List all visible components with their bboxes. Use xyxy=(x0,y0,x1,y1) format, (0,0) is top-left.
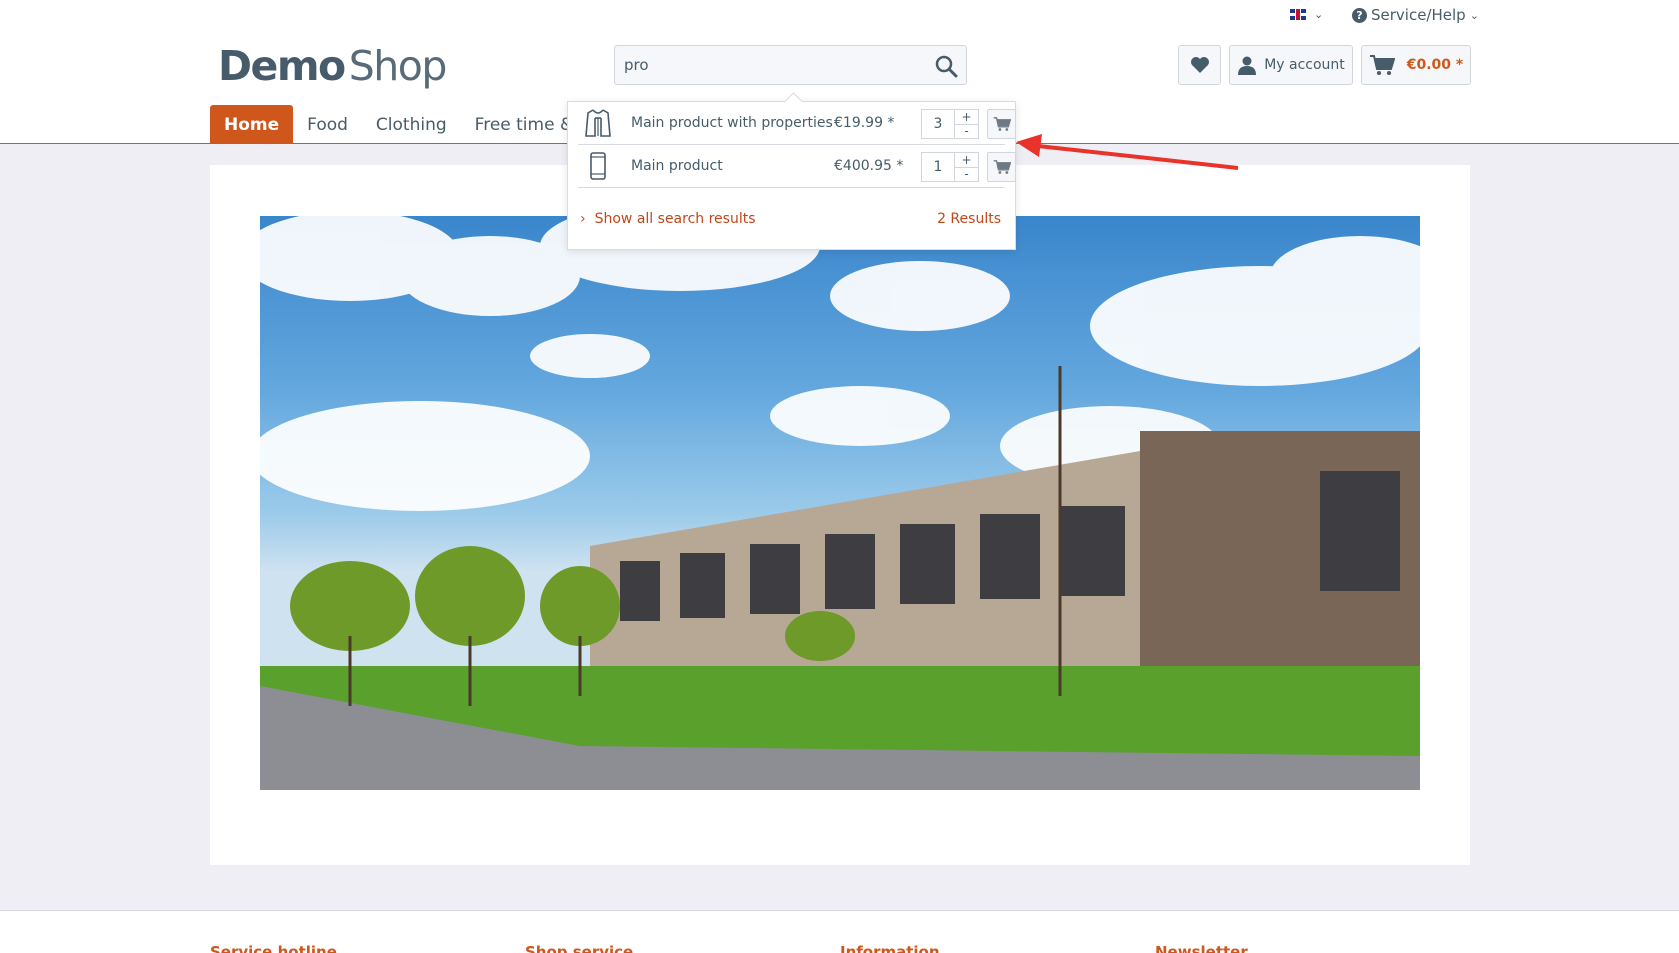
service-help-label: Service/Help xyxy=(1371,6,1466,24)
wishlist-button[interactable] xyxy=(1178,45,1221,85)
main-navigation: Home Food Clothing Free time & Ele xyxy=(210,105,619,144)
search-result-item[interactable]: Main product with properties €19.99 * 3 … xyxy=(578,102,1016,145)
cart-icon xyxy=(993,160,1011,174)
decrease-button[interactable]: - xyxy=(955,124,979,139)
annotation-arrow-icon xyxy=(1016,134,1239,170)
chevron-down-icon: ⌄ xyxy=(1469,8,1479,22)
footer: Service hotline Shop service Information… xyxy=(0,910,1679,953)
quantity-stepper: 3 + - xyxy=(921,109,979,139)
nav-item-home[interactable]: Home xyxy=(210,105,294,144)
footer-shop-service: Shop service xyxy=(525,943,634,953)
cart-icon xyxy=(1369,55,1395,75)
search-input[interactable] xyxy=(615,46,915,84)
footer-newsletter: Newsletter xyxy=(1155,943,1248,953)
search-results-dropdown: Main product with properties €19.99 * 3 … xyxy=(567,101,1016,250)
shop-logo[interactable]: DemoShop xyxy=(218,42,448,90)
logo-bold-text: Demo xyxy=(218,42,346,90)
chevron-down-icon: ⌄ xyxy=(1314,8,1324,21)
my-account-button[interactable]: My account xyxy=(1229,45,1353,85)
content-area xyxy=(210,165,1470,865)
question-icon: ? xyxy=(1352,7,1367,23)
footer-service-hotline: Service hotline xyxy=(210,943,337,953)
hero-image[interactable] xyxy=(260,216,1420,790)
quantity-stepper: 1 + - xyxy=(921,152,979,182)
increase-button[interactable]: + xyxy=(955,152,979,168)
user-icon xyxy=(1238,56,1257,75)
search-box xyxy=(614,45,967,85)
cart-button[interactable]: €0.00 * xyxy=(1361,45,1471,85)
result-count: 2 Results xyxy=(937,211,1001,227)
heart-icon xyxy=(1190,57,1209,73)
footer-information: Information xyxy=(840,943,940,953)
decrease-button[interactable]: - xyxy=(955,167,979,182)
show-all-label: Show all search results xyxy=(594,211,756,227)
quantity-input[interactable]: 3 xyxy=(921,109,955,139)
service-help-menu[interactable]: ? Service/Help ⌄ xyxy=(1352,6,1479,24)
search-icon[interactable] xyxy=(934,54,958,78)
result-name[interactable]: Main product xyxy=(631,158,723,174)
result-price: €400.95 * xyxy=(834,158,904,174)
chevron-right-icon: › xyxy=(580,211,586,227)
nav-item-food[interactable]: Food xyxy=(293,105,362,144)
result-price: €19.99 * xyxy=(834,115,895,131)
my-account-label: My account xyxy=(1264,57,1345,73)
cart-icon xyxy=(993,117,1011,131)
result-name[interactable]: Main product with properties xyxy=(631,115,833,131)
uk-flag-icon xyxy=(1290,9,1306,20)
increase-button[interactable]: + xyxy=(955,109,979,125)
cart-total: €0.00 * xyxy=(1406,57,1464,73)
jacket-icon xyxy=(578,107,618,139)
hero-photo-building xyxy=(260,216,1420,790)
nav-item-clothing[interactable]: Clothing xyxy=(362,105,461,144)
show-all-results-link[interactable]: › Show all search results xyxy=(580,211,756,227)
logo-light-text: Shop xyxy=(348,42,448,90)
quantity-input[interactable]: 1 xyxy=(921,152,955,182)
search-result-item[interactable]: Main product €400.95 * 1 + - xyxy=(578,145,1016,188)
smartphone-icon xyxy=(578,150,618,182)
language-switcher[interactable]: ⌄ xyxy=(1290,8,1323,21)
